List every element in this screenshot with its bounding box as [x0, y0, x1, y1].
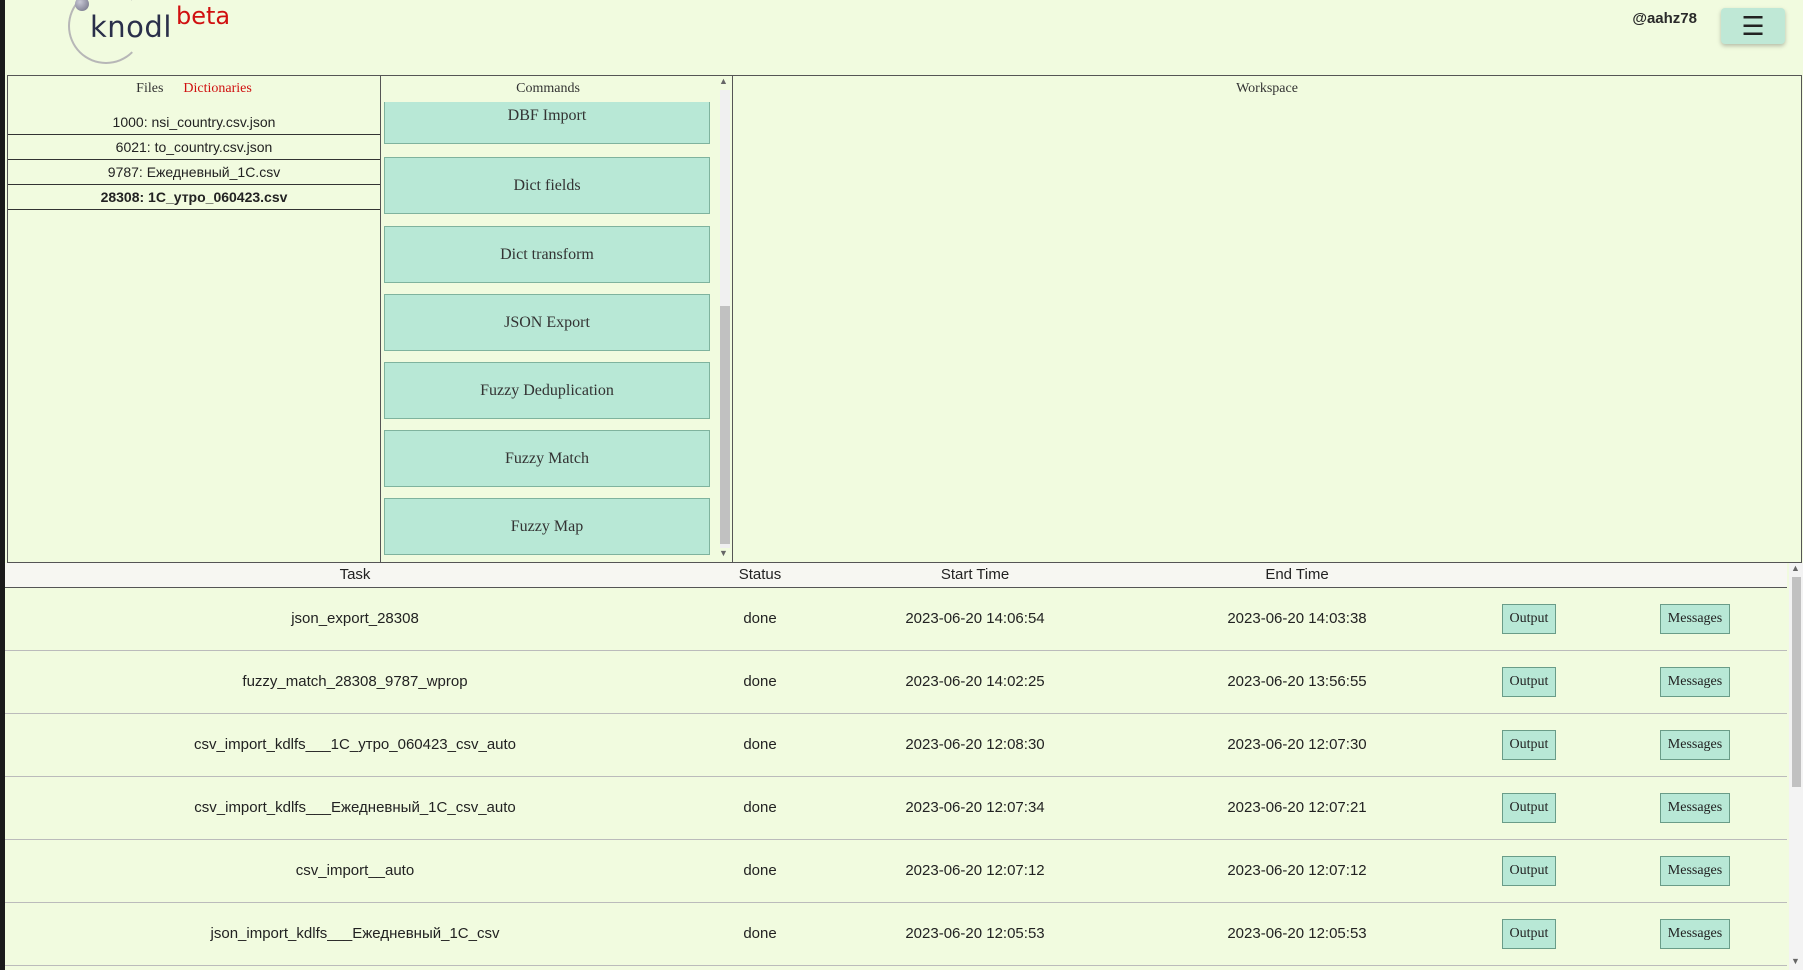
task-start-time: 2023-06-20 12:07:34 [905, 799, 1045, 816]
file-item[interactable]: 6021: to_country.csv.json [8, 135, 380, 160]
task-start-time: 2023-06-20 12:05:53 [905, 925, 1045, 942]
command-button-dict-fields[interactable]: Dict fields [384, 157, 710, 214]
messages-button[interactable]: Messages [1660, 730, 1730, 760]
logo[interactable]: knodl [60, 0, 171, 66]
output-button[interactable]: Output [1502, 730, 1556, 760]
task-name: csv_import__auto [295, 862, 415, 879]
scroll-thumb[interactable] [1792, 577, 1801, 787]
file-item[interactable]: 9787: Ежедневный_1C.csv [8, 160, 380, 185]
task-name: json_export_28308 [291, 610, 419, 627]
task-start-time: 2023-06-20 14:02:25 [905, 673, 1045, 690]
table-row: fuzzy_match_28308_9787_wprop done 2023-0… [5, 651, 1787, 714]
username[interactable]: @aahz78 [1632, 10, 1697, 27]
task-end-time: 2023-06-20 12:07:12 [1227, 862, 1367, 879]
table-row: csv_import__auto done 2023-06-20 12:07:1… [5, 840, 1787, 903]
scroll-down-icon[interactable]: ▼ [1791, 956, 1800, 966]
command-button-dbf-import[interactable]: DBF Import [384, 102, 710, 144]
file-list: 1000: nsi_country.csv.json 6021: to_coun… [8, 110, 380, 210]
output-button[interactable]: Output [1502, 604, 1556, 634]
tasks-header: Task Status Start Time End Time [5, 563, 1787, 588]
task-start-time: 2023-06-20 14:06:54 [905, 610, 1045, 627]
messages-button[interactable]: Messages [1660, 793, 1730, 823]
files-panel-tabs: Files Dictionaries [8, 76, 380, 102]
main-panels: Files Dictionaries 1000: nsi_country.csv… [5, 75, 1803, 563]
task-name: csv_import_kdlfs___Ежедневный_1C_csv_aut… [194, 799, 516, 816]
task-start-time: 2023-06-20 12:08:30 [905, 736, 1045, 753]
task-name: fuzzy_match_28308_9787_wprop [242, 673, 468, 690]
column-start-time: Start Time [940, 566, 1010, 583]
task-status: done [743, 610, 777, 627]
messages-button[interactable]: Messages [1660, 667, 1730, 697]
scroll-down-icon[interactable]: ▼ [719, 548, 728, 558]
workspace-title: Workspace [1236, 81, 1298, 96]
command-button-fuzzy-map[interactable]: Fuzzy Map [384, 498, 710, 555]
command-button-fuzzy-deduplication[interactable]: Fuzzy Deduplication [384, 362, 710, 419]
output-button[interactable]: Output [1502, 793, 1556, 823]
tasks-rows: json_export_28308 done 2023-06-20 14:06:… [5, 588, 1787, 966]
file-item[interactable]: 1000: nsi_country.csv.json [8, 110, 380, 135]
logo-text: knodl [90, 10, 172, 44]
task-status: done [743, 736, 777, 753]
table-row: json_export_28308 done 2023-06-20 14:06:… [5, 588, 1787, 651]
tasks-table: Task Status Start Time End Time json_exp… [5, 563, 1803, 970]
task-name: csv_import_kdlfs___1C_утро_060423_csv_au… [193, 736, 517, 753]
command-button-fuzzy-match[interactable]: Fuzzy Match [384, 430, 710, 487]
output-button[interactable]: Output [1502, 919, 1556, 949]
hamburger-icon: ☰ [1741, 10, 1765, 41]
tab-files[interactable]: Files [136, 81, 163, 97]
command-button-dict-transform[interactable]: Dict transform [384, 226, 710, 283]
commands-panel: Commands DBF Import Dict fields Dict tra… [380, 75, 733, 563]
task-end-time: 2023-06-20 14:03:38 [1227, 610, 1367, 627]
column-end-time: End Time [1265, 566, 1329, 583]
task-status: done [743, 673, 777, 690]
app-header: knodl beta @aahz78 ☰ [5, 0, 1803, 75]
messages-button[interactable]: Messages [1660, 604, 1730, 634]
messages-button[interactable]: Messages [1660, 856, 1730, 886]
table-row: csv_import_kdlfs___1C_утро_060423_csv_au… [5, 714, 1787, 777]
table-row: csv_import_kdlfs___Ежедневный_1C_csv_aut… [5, 777, 1787, 840]
task-end-time: 2023-06-20 12:07:21 [1227, 799, 1367, 816]
task-end-time: 2023-06-20 12:05:53 [1227, 925, 1367, 942]
output-button[interactable]: Output [1502, 667, 1556, 697]
task-status: done [743, 862, 777, 879]
messages-button[interactable]: Messages [1660, 919, 1730, 949]
beta-badge: beta [176, 2, 231, 30]
task-end-time: 2023-06-20 12:07:30 [1227, 736, 1367, 753]
tasks-scrollbar[interactable]: ▲ ▼ [1789, 563, 1803, 970]
task-start-time: 2023-06-20 12:07:12 [905, 862, 1045, 879]
commands-list[interactable]: DBF Import Dict fields Dict transform JS… [381, 102, 715, 562]
output-button[interactable]: Output [1502, 856, 1556, 886]
file-item-selected[interactable]: 28308: 1C_утро_060423.csv [8, 185, 380, 210]
scroll-thumb[interactable] [720, 306, 730, 544]
hamburger-menu-button[interactable]: ☰ [1721, 8, 1785, 44]
column-status: Status [738, 566, 782, 583]
task-status: done [743, 799, 777, 816]
workspace-panel[interactable]: Workspace [732, 75, 1802, 563]
scroll-up-icon[interactable]: ▲ [719, 76, 728, 86]
table-row: json_import_kdlfs___Ежедневный_1C_csv do… [5, 903, 1787, 966]
task-end-time: 2023-06-20 13:56:55 [1227, 673, 1367, 690]
scroll-up-icon[interactable]: ▲ [1791, 563, 1800, 573]
task-name: json_import_kdlfs___Ежедневный_1C_csv [210, 925, 500, 942]
commands-scrollbar[interactable]: ▲ ▼ [717, 76, 731, 562]
task-status: done [743, 925, 777, 942]
files-panel: Files Dictionaries 1000: nsi_country.csv… [7, 75, 381, 563]
column-task: Task [339, 566, 371, 583]
commands-title: Commands [516, 81, 580, 96]
command-button-json-export[interactable]: JSON Export [384, 294, 710, 351]
tab-dictionaries[interactable]: Dictionaries [183, 81, 251, 97]
